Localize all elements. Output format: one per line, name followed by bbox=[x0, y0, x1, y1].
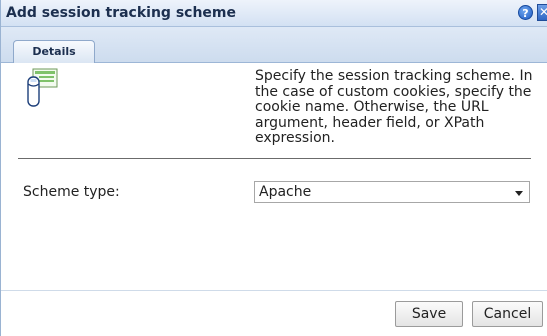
tab-strip: Details bbox=[1, 27, 547, 63]
divider bbox=[18, 158, 531, 159]
scheme-type-value: Apache bbox=[259, 184, 312, 200]
save-button[interactable]: Save bbox=[395, 301, 463, 327]
cancel-button[interactable]: Cancel bbox=[472, 301, 543, 327]
details-panel: Specify the session tracking scheme. In … bbox=[1, 63, 547, 290]
scheme-type-label: Scheme type: bbox=[23, 184, 120, 200]
session-tracking-icon bbox=[26, 68, 60, 108]
scheme-type-select[interactable]: Apache bbox=[254, 181, 530, 203]
dialog-title-bar: Add session tracking scheme ? ✕ bbox=[1, 0, 547, 27]
add-session-tracking-dialog: Add session tracking scheme ? ✕ Details … bbox=[0, 0, 547, 336]
description-text: Specify the session tracking scheme. In … bbox=[255, 68, 533, 146]
chevron-down-icon bbox=[515, 191, 523, 196]
help-icon[interactable]: ? bbox=[518, 5, 533, 20]
dialog-title: Add session tracking scheme bbox=[6, 5, 236, 21]
dialog-footer: Save Cancel bbox=[1, 290, 547, 336]
close-icon[interactable]: ✕ bbox=[537, 4, 547, 21]
tab-details[interactable]: Details bbox=[13, 40, 95, 63]
